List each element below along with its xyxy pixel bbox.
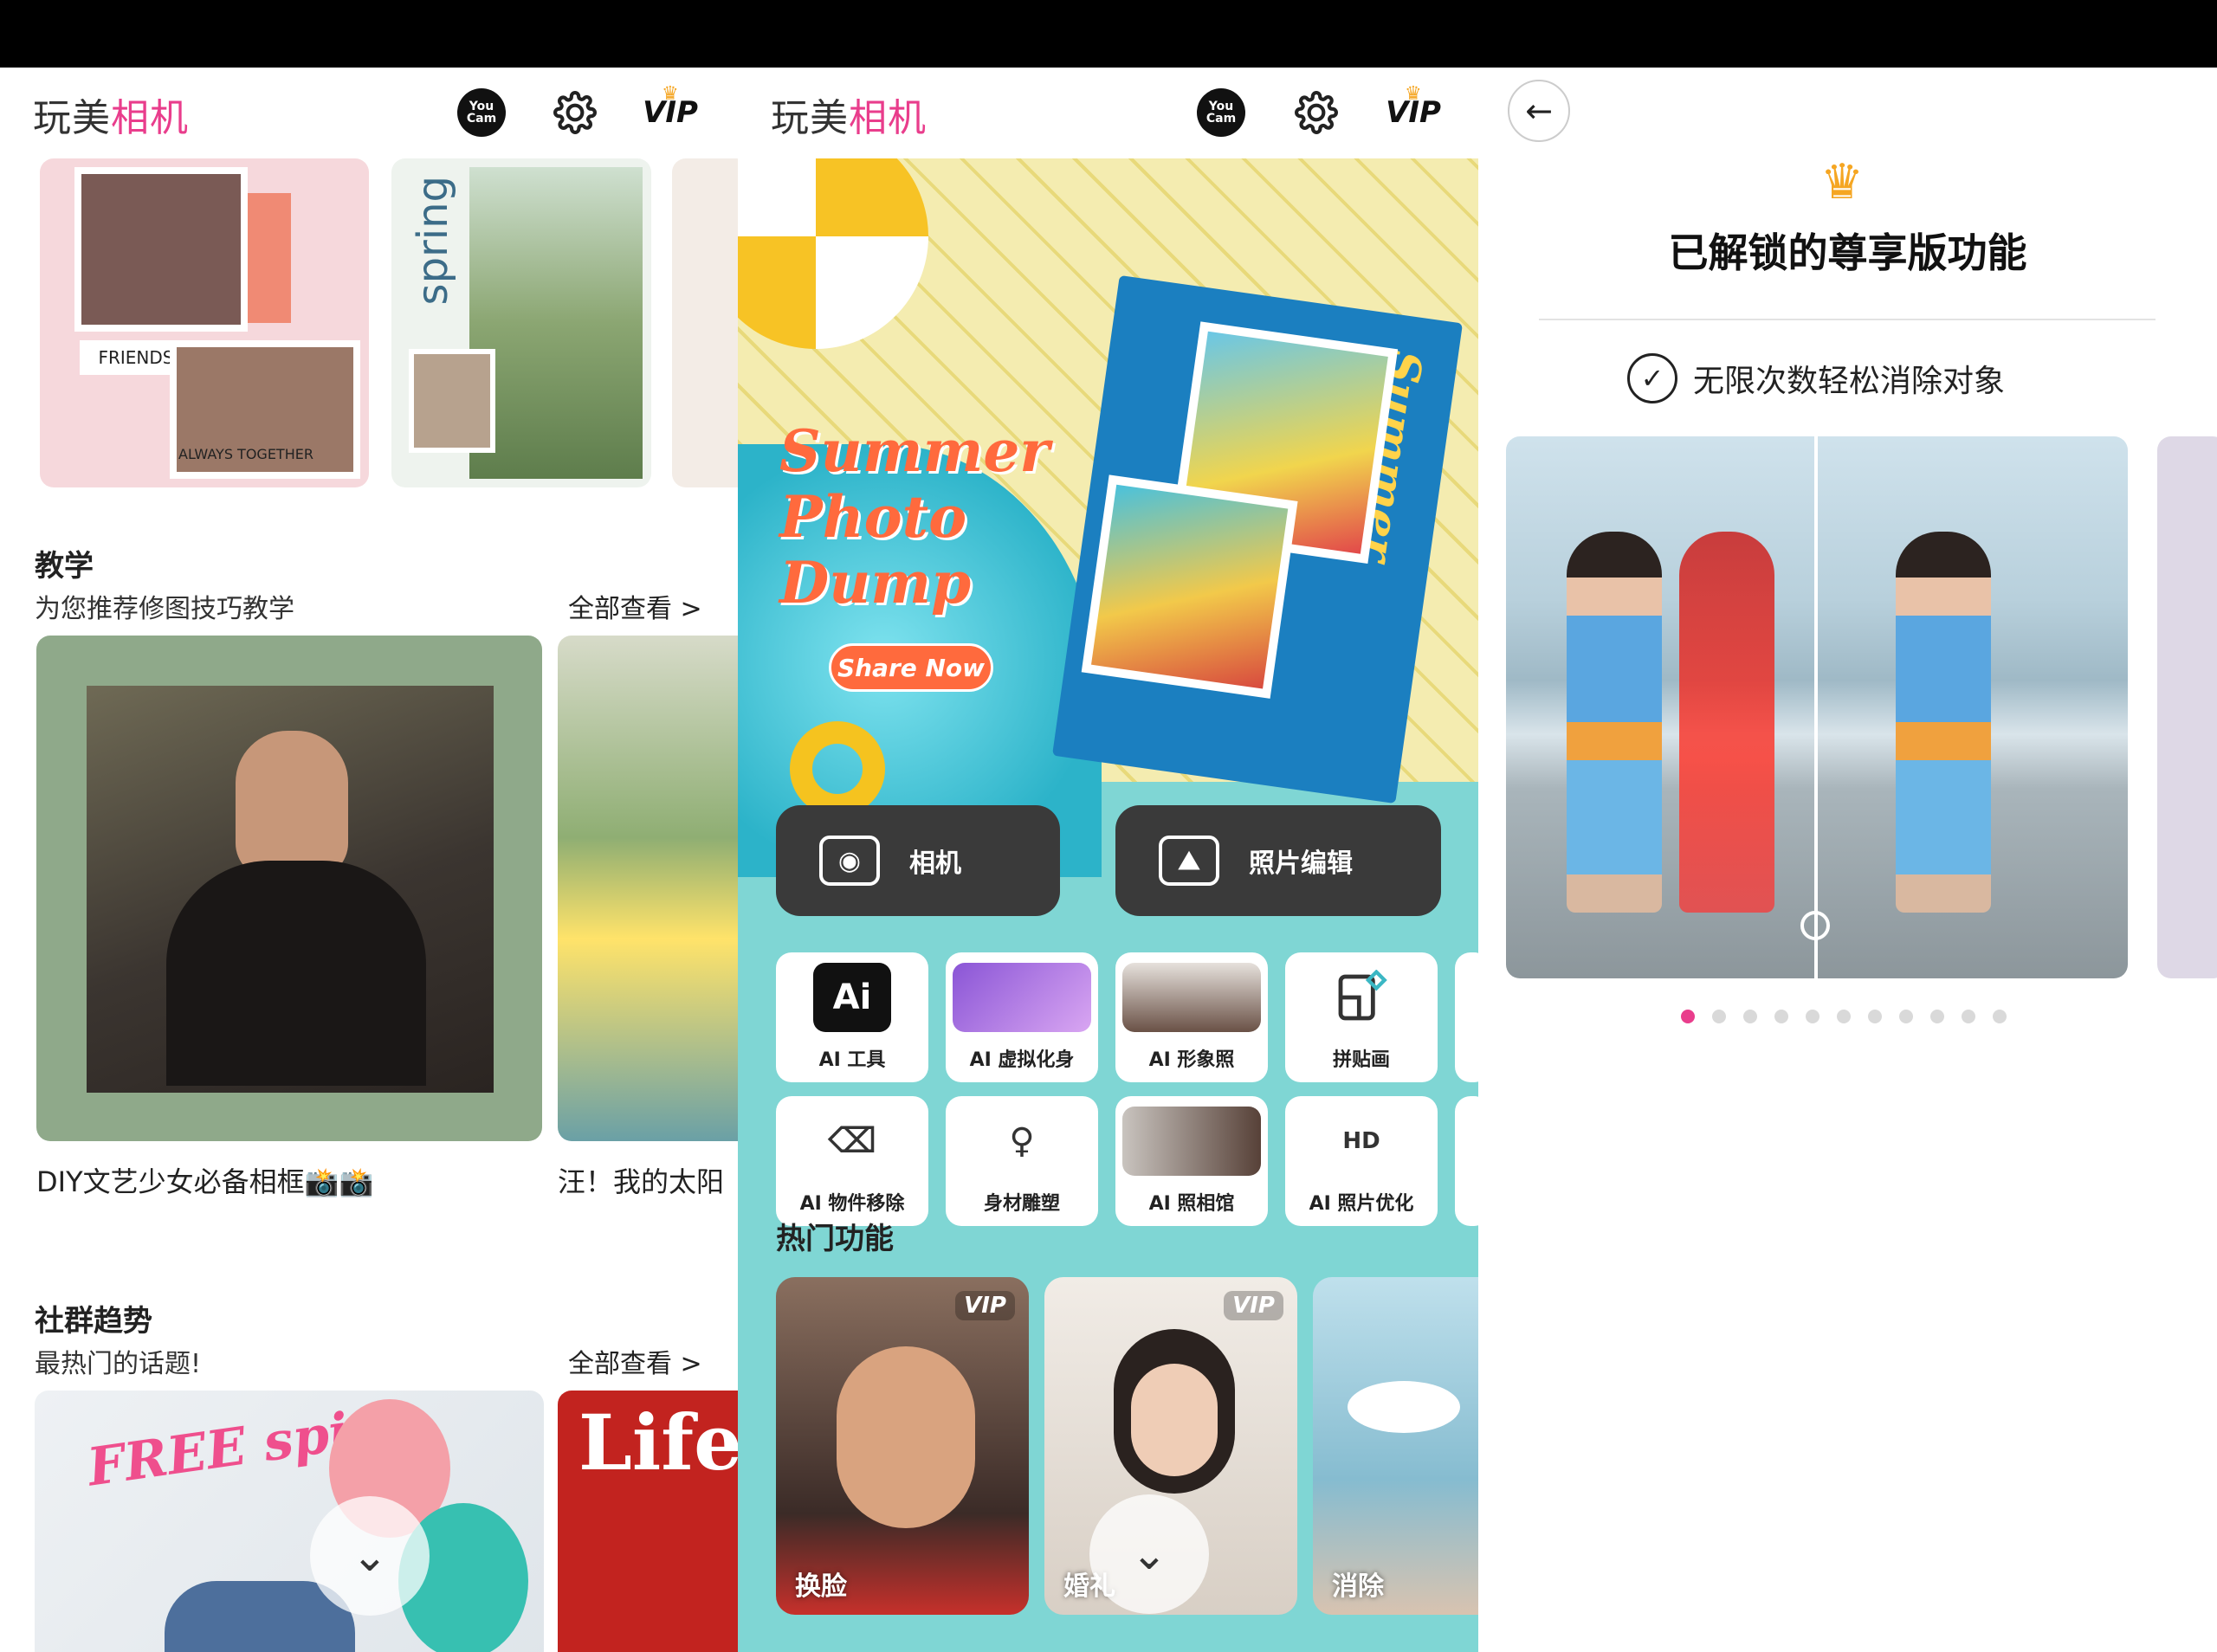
collage-caption: ALWAYS TOGETHER — [178, 446, 313, 462]
vip-button[interactable]: ♛ VIP — [1386, 83, 1441, 137]
features-panel: 玩美相机 You Cam ♛ VIP Summer Summer Photo D… — [738, 68, 1478, 1652]
photo-edit-button[interactable]: ⛰ 照片编辑 — [1115, 805, 1441, 916]
vip-button[interactable]: ♛ VIP — [643, 83, 698, 137]
chevron-down-icon[interactable]: ⌄ — [310, 1496, 430, 1616]
compare-divider[interactable] — [1814, 436, 1818, 978]
tool-ai-portrait[interactable]: AI 形象照 — [1115, 952, 1268, 1082]
arrow-left-icon: ← — [1525, 92, 1553, 130]
pagination-dot[interactable] — [1681, 1010, 1695, 1023]
portrait-face — [236, 731, 348, 878]
float-ring-decoration — [790, 721, 885, 816]
gear-icon[interactable] — [551, 88, 599, 137]
pagination-dot[interactable] — [1806, 1010, 1819, 1023]
tool-partial[interactable] — [1455, 952, 1478, 1082]
tutorial-section-subtitle: 为您推荐修图技巧教学 — [35, 594, 294, 624]
tutorial-card-caption: 汪！我的太阳 — [558, 1165, 725, 1198]
banner-title: Summer Photo Dump — [779, 417, 1050, 616]
eraser-icon: ⌫ — [827, 1121, 877, 1161]
tool-collage[interactable]: 拼贴画 — [1285, 952, 1438, 1082]
crown-icon: ♛ — [1405, 83, 1422, 105]
person-figure — [1896, 532, 1991, 913]
camera-icon: ◉ — [819, 836, 880, 886]
gear-icon[interactable] — [1292, 88, 1341, 137]
pagination-dot[interactable] — [1993, 1010, 2007, 1023]
pagination-dot[interactable] — [1837, 1010, 1851, 1023]
crown-icon: ♛ — [662, 83, 679, 105]
before-after-compare[interactable] — [1506, 436, 2128, 978]
template-thumb-spring[interactable]: spring — [391, 158, 651, 487]
pagination-dot[interactable] — [1899, 1010, 1913, 1023]
back-button[interactable]: ← — [1508, 80, 1570, 142]
person-figure — [1567, 532, 1662, 913]
premium-title: 已解锁的尊享版功能 — [1668, 229, 2027, 276]
tutorial-section-title: 教学 — [35, 549, 94, 584]
collage-title: spring — [409, 176, 457, 306]
app-title: 玩美相机 — [771, 96, 927, 140]
tool-partial[interactable] — [1455, 1096, 1478, 1226]
template-thumb-partial[interactable] — [672, 158, 738, 487]
tool-ai-tools[interactable]: Ai AI 工具 — [776, 952, 928, 1082]
studio-icon — [1122, 1107, 1261, 1176]
pagination-dot[interactable] — [1868, 1010, 1882, 1023]
camera-button[interactable]: ◉ 相机 — [776, 805, 1060, 916]
pagination-dot[interactable] — [1930, 1010, 1944, 1023]
pagination-dot[interactable] — [1774, 1010, 1788, 1023]
hot-features-title: 热门功能 — [776, 1222, 894, 1256]
collage-icon — [1322, 963, 1400, 1032]
hd-icon: HD — [1342, 1128, 1380, 1154]
community-section-subtitle: 最热门的话题! — [35, 1349, 202, 1379]
template-thumb-friends[interactable]: FRIENDS ALWAYS TOGETHER — [40, 158, 369, 487]
compare-handle[interactable] — [1800, 911, 1830, 940]
summer-photo-card: Summer — [1051, 274, 1464, 804]
life-magazine-title: Life — [578, 1397, 738, 1487]
vip-badge: VIP — [955, 1291, 1015, 1320]
feature-item: ✓ 无限次数轻松消除对象 — [1627, 353, 2005, 403]
vip-badge: VIP — [1224, 1291, 1283, 1320]
home-panel: 玩美相机 You Cam ♛ VIP FRIENDS ALWAYS TOGETH… — [0, 68, 738, 1652]
pagination-dot[interactable] — [1712, 1010, 1726, 1023]
share-now-button[interactable]: Share Now — [829, 643, 993, 692]
pagination-dots — [1681, 1010, 2007, 1023]
youcam-icon[interactable]: You Cam — [457, 88, 506, 137]
next-preview-card[interactable] — [2157, 436, 2217, 978]
summer-banner[interactable]: Summer Summer Photo Dump Share Now — [738, 124, 1478, 877]
pagination-dot[interactable] — [1962, 1010, 1975, 1023]
check-circle-icon: ✓ — [1627, 353, 1677, 403]
community-see-all-link[interactable]: 全部查看 > — [568, 1342, 702, 1380]
removal-highlight — [1679, 532, 1774, 913]
app-header: 玩美相机 You Cam ♛ VIP — [0, 68, 738, 158]
tool-ai-studio[interactable]: AI 照相馆 — [1115, 1096, 1268, 1226]
tool-photo-enhance[interactable]: HD AI 照片优化 — [1285, 1096, 1438, 1226]
community-card-free-spirit[interactable]: FREE spirit — [35, 1391, 544, 1652]
premium-panel: ← ♛ 已解锁的尊享版功能 ✓ 无限次数轻松消除对象 — [1478, 68, 2217, 1652]
crown-icon: ♛ — [1820, 154, 1865, 210]
divider — [1539, 319, 2156, 320]
body-icon: ♀ — [1009, 1121, 1035, 1161]
ai-icon: Ai — [813, 963, 891, 1032]
tutorial-card-frame[interactable] — [36, 636, 542, 1141]
hot-card-face-swap[interactable]: VIP 换脸 — [776, 1277, 1029, 1615]
tool-body-sculpt[interactable]: ♀ 身材雕塑 — [946, 1096, 1098, 1226]
tool-ai-avatar[interactable]: AI 虚拟化身 — [946, 952, 1098, 1082]
chevron-down-icon[interactable]: ⌄ — [1089, 1494, 1209, 1614]
community-card-life[interactable]: Life — [558, 1391, 738, 1652]
portrait-icon — [1122, 963, 1261, 1032]
tutorial-see-all-link[interactable]: 全部查看 > — [568, 587, 702, 625]
community-section-title: 社群趋势 — [35, 1304, 152, 1339]
screenshot-top-strip — [0, 0, 2217, 68]
avatar-icon — [953, 963, 1091, 1032]
app-header: 玩美相机 You Cam ♛ VIP — [738, 68, 1478, 158]
tutorial-card-sun[interactable] — [558, 636, 738, 1141]
photo-icon: ⛰ — [1159, 836, 1219, 886]
pagination-dot[interactable] — [1743, 1010, 1757, 1023]
app-title: 玩美相机 — [33, 96, 189, 140]
tool-object-removal[interactable]: ⌫ AI 物件移除 — [776, 1096, 928, 1226]
hot-card-remove[interactable]: 消除 — [1313, 1277, 1478, 1615]
youcam-icon[interactable]: You Cam — [1197, 88, 1245, 137]
tutorial-card-caption: DIY文艺少女必备相框📸📸 — [36, 1165, 374, 1198]
